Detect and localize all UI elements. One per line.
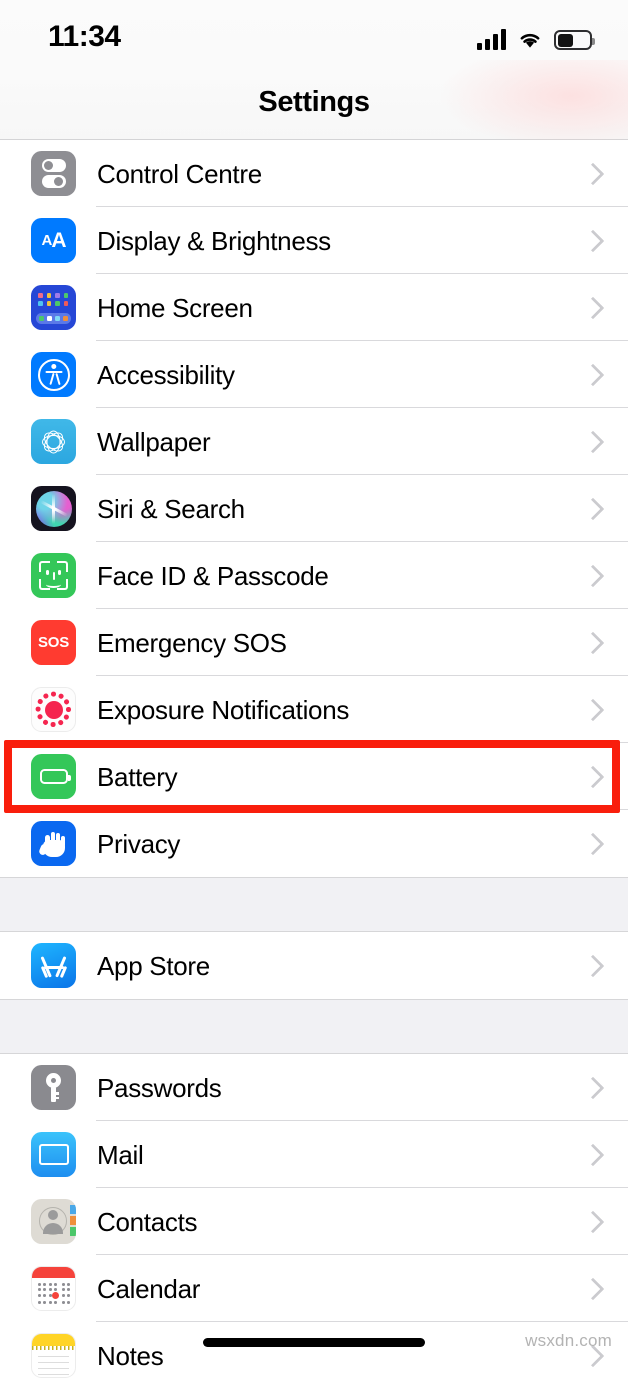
sidebar-item-exposure-notifications[interactable]: Exposure Notifications (0, 676, 628, 743)
cellular-signal-icon (477, 28, 506, 50)
status-bar-time: 11:34 (48, 20, 121, 53)
row-label: Wallpaper (97, 426, 211, 457)
row-label: Battery (97, 761, 178, 792)
row-label: Passwords (97, 1072, 222, 1103)
row-label: Face ID & Passcode (97, 560, 329, 591)
exposure-notifications-icon (31, 687, 76, 732)
chevron-right-icon (584, 832, 597, 856)
accessibility-icon (31, 352, 76, 397)
sidebar-item-privacy[interactable]: Privacy (0, 810, 628, 877)
wallpaper-icon (31, 419, 76, 464)
row-label: Display & Brightness (97, 225, 331, 256)
settings-group-system: Control Centre AA Display & Brightness H… (0, 140, 628, 877)
chevron-right-icon (584, 229, 597, 253)
chevron-right-icon (584, 698, 597, 722)
contacts-icon (31, 1199, 76, 1244)
group-separator (0, 877, 628, 932)
calendar-icon (31, 1266, 76, 1311)
chevron-right-icon (584, 363, 597, 387)
chevron-right-icon (584, 296, 597, 320)
chevron-right-icon (584, 1076, 597, 1100)
notes-icon (31, 1333, 76, 1378)
sidebar-item-calendar[interactable]: Calendar (0, 1255, 628, 1322)
chevron-right-icon (584, 564, 597, 588)
sidebar-item-control-centre[interactable]: Control Centre (0, 140, 628, 207)
chevron-right-icon (584, 1277, 597, 1301)
row-label: Contacts (97, 1206, 198, 1237)
display-brightness-icon: AA (31, 218, 76, 263)
settings-list: Control Centre AA Display & Brightness H… (0, 140, 628, 1389)
sidebar-item-siri-search[interactable]: Siri & Search (0, 475, 628, 542)
sidebar-item-wallpaper[interactable]: Wallpaper (0, 408, 628, 475)
app-store-icon (31, 943, 76, 988)
row-label: App Store (97, 950, 210, 981)
row-label: Exposure Notifications (97, 694, 350, 725)
sidebar-item-home-screen[interactable]: Home Screen (0, 274, 628, 341)
face-id-icon (31, 553, 76, 598)
settings-group-app-store: App Store (0, 932, 628, 999)
sidebar-item-passwords[interactable]: Passwords (0, 1054, 628, 1121)
chevron-right-icon (584, 1143, 597, 1167)
row-label: Privacy (97, 828, 181, 859)
watermark: wsxdn.com (525, 1331, 612, 1350)
wifi-icon (517, 29, 543, 50)
sidebar-item-contacts[interactable]: Contacts (0, 1188, 628, 1255)
passwords-key-icon (31, 1065, 76, 1110)
group-separator (0, 999, 628, 1054)
status-bar: 11:34 (0, 0, 628, 72)
status-bar-indicators (477, 24, 595, 50)
control-centre-icon (31, 151, 76, 196)
chevron-right-icon (584, 497, 597, 521)
home-screen-icon (31, 285, 76, 330)
chevron-right-icon (584, 1210, 597, 1234)
row-label: Home Screen (97, 292, 253, 323)
row-label: Notes (97, 1340, 164, 1371)
page-title: Settings (258, 86, 370, 118)
chevron-right-icon (584, 765, 597, 789)
battery-settings-icon (31, 754, 76, 799)
chevron-right-icon (584, 631, 597, 655)
row-label: Emergency SOS (97, 627, 287, 658)
sidebar-item-app-store[interactable]: App Store (0, 932, 628, 999)
chevron-right-icon (584, 162, 597, 186)
home-indicator[interactable] (203, 1338, 425, 1347)
row-label: Siri & Search (97, 493, 245, 524)
sidebar-item-battery[interactable]: Battery (0, 743, 628, 810)
privacy-icon (31, 821, 76, 866)
sidebar-item-face-id-passcode[interactable]: Face ID & Passcode (0, 542, 628, 609)
emergency-sos-icon: SOS (31, 620, 76, 665)
row-label: Mail (97, 1139, 144, 1170)
row-label: Calendar (97, 1273, 201, 1304)
row-label: Control Centre (97, 158, 262, 189)
battery-icon (554, 30, 595, 50)
navigation-bar: Settings (0, 72, 628, 140)
iphone-settings-screen: 11:34 Settings Control Centre A A Displa… (0, 0, 628, 1389)
sidebar-item-accessibility[interactable]: Accessibility (0, 341, 628, 408)
row-label: Accessibility (97, 359, 235, 390)
mail-icon (31, 1132, 76, 1177)
chevron-right-icon (584, 430, 597, 454)
sidebar-item-mail[interactable]: Mail (0, 1121, 628, 1188)
sidebar-item-display-brightness[interactable]: AA Display & Brightness (0, 207, 628, 274)
chevron-right-icon (584, 954, 597, 978)
sidebar-item-emergency-sos[interactable]: SOS Emergency SOS (0, 609, 628, 676)
siri-search-icon (31, 486, 76, 531)
